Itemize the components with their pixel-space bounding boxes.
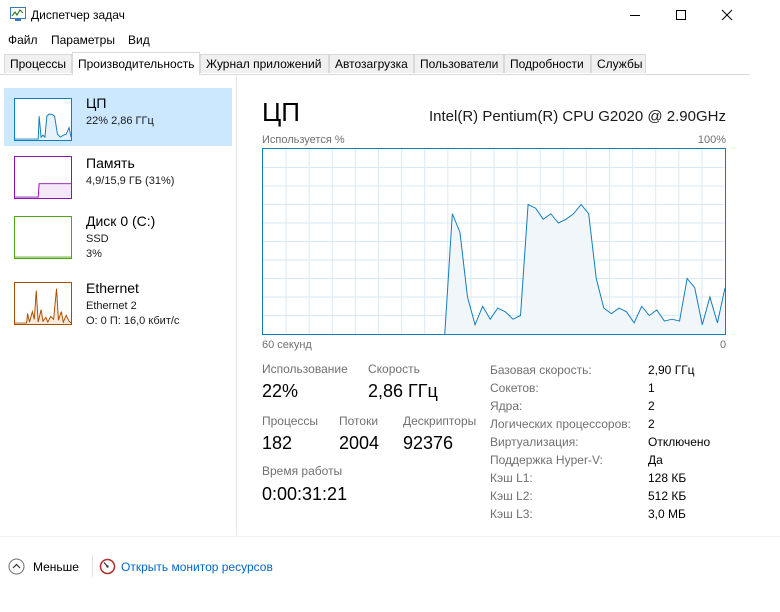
- graph-label-max: 100%: [697, 134, 726, 146]
- fewer-details-label: Меньше: [33, 559, 79, 574]
- disk-item-usage: 3%: [86, 248, 102, 260]
- prop-virtualization-value: Отключено: [648, 435, 711, 449]
- prop-hyperv-label: Поддержка Hyper-V:: [490, 453, 603, 467]
- cpu-thumbnail-graph: [14, 98, 72, 141]
- disk-item-type: SSD: [86, 233, 109, 245]
- usage-label: Использование: [262, 362, 348, 376]
- prop-logical-value: 2: [648, 417, 655, 431]
- processes-label: Процессы: [262, 414, 319, 428]
- prop-l2-value: 512 КБ: [648, 489, 687, 503]
- sidebar-item-cpu[interactable]: ЦП 22% 2,86 ГГц: [4, 88, 232, 146]
- sidebar-item-ethernet[interactable]: Ethernet Ethernet 2 О: 0 П: 16,0 кбит/с: [4, 274, 232, 332]
- ethernet-item-name: Ethernet: [86, 280, 139, 296]
- prop-l2-label: Кэш L2:: [490, 489, 533, 503]
- maximize-button[interactable]: [658, 0, 704, 30]
- close-icon: [721, 9, 733, 21]
- footer-divider: [0, 536, 780, 537]
- memory-thumbnail-graph: [14, 156, 72, 199]
- minimize-icon: [630, 15, 640, 16]
- fewer-details-button[interactable]: Меньше: [8, 558, 79, 575]
- menu-options[interactable]: Параметры: [51, 33, 115, 47]
- prop-base-speed-label: Базовая скорость:: [490, 363, 592, 377]
- prop-l3-value: 3,0 МБ: [648, 507, 686, 521]
- disk-item-name: Диск 0 (C:): [86, 213, 156, 229]
- page-title: ЦП: [262, 97, 300, 127]
- speed-value: 2,86 ГГц: [368, 381, 438, 401]
- tab-startup[interactable]: Автозагрузка: [329, 54, 414, 73]
- chevron-up-circle-icon: [8, 558, 25, 575]
- uptime-label: Время работы: [262, 464, 343, 478]
- prop-sockets-label: Сокетов:: [490, 381, 539, 395]
- minimize-button[interactable]: [612, 0, 658, 30]
- prop-base-speed-value: 2,90 ГГц: [648, 363, 695, 377]
- graph-axis-right: 0: [720, 339, 727, 351]
- prop-cores-label: Ядра:: [490, 399, 523, 413]
- close-button[interactable]: [704, 0, 750, 30]
- handles-value: 92376: [403, 433, 454, 453]
- cpu-model: Intel(R) Pentium(R) CPU G2020 @ 2.90GHz: [429, 108, 726, 125]
- prop-hyperv-value: Да: [648, 453, 663, 467]
- processes-value: 182: [262, 433, 293, 453]
- sidebar-item-memory[interactable]: Память 4,9/15,9 ГБ (31%): [4, 148, 232, 206]
- threads-label: Потоки: [339, 414, 379, 428]
- uptime-value: 0:00:31:21: [262, 484, 348, 504]
- tab-performance[interactable]: Производительность: [72, 52, 200, 75]
- graph-grid: [263, 149, 725, 334]
- menu-view[interactable]: Вид: [128, 33, 150, 47]
- prop-cores-value: 2: [648, 399, 655, 413]
- speed-label: Скорость: [368, 362, 420, 376]
- ethernet-thumbnail-graph: [14, 282, 72, 325]
- open-resource-monitor-link[interactable]: Открыть монитор ресурсов: [99, 558, 273, 575]
- tab-processes[interactable]: Процессы: [4, 54, 72, 73]
- footer-separator: [92, 555, 93, 577]
- menu-file[interactable]: Файл: [8, 33, 38, 47]
- maximize-icon: [676, 10, 686, 20]
- cpu-item-name: ЦП: [86, 95, 107, 111]
- sidebar-item-disk[interactable]: Диск 0 (C:) SSD 3%: [4, 208, 232, 266]
- prop-l1-value: 128 КБ: [648, 471, 687, 485]
- handles-label: Дескрипторы: [403, 414, 477, 428]
- window-title: Диспетчер задач: [31, 8, 125, 22]
- prop-sockets-value: 1: [648, 381, 655, 395]
- usage-value: 22%: [262, 381, 299, 401]
- cpu-item-summary: 22% 2,86 ГГц: [86, 115, 154, 127]
- memory-item-name: Память: [86, 155, 135, 171]
- memory-item-summary: 4,9/15,9 ГБ (31%): [86, 175, 175, 187]
- resource-monitor-icon: [99, 558, 116, 575]
- cpu-usage-graph: [262, 148, 726, 335]
- prop-logical-label: Логических процессоров:: [490, 417, 631, 431]
- task-manager-app-icon: [10, 7, 26, 21]
- ethernet-item-throughput: О: 0 П: 16,0 кбит/с: [86, 315, 180, 327]
- ethernet-item-adapter: Ethernet 2: [86, 300, 137, 312]
- disk-thumbnail-graph: [14, 216, 72, 259]
- prop-l1-label: Кэш L1:: [490, 471, 533, 485]
- graph-axis-left: 60 секунд: [262, 339, 312, 351]
- resource-monitor-label: Открыть монитор ресурсов: [121, 559, 273, 574]
- cpu-usage-area: [444, 204, 725, 334]
- tab-details[interactable]: Подробности: [504, 54, 591, 73]
- prop-virtualization-label: Виртуализация:: [490, 435, 579, 449]
- tab-services[interactable]: Службы: [591, 54, 646, 73]
- prop-l3-label: Кэш L3:: [490, 507, 533, 521]
- tab-users[interactable]: Пользователи: [414, 54, 504, 73]
- threads-value: 2004: [339, 433, 380, 453]
- graph-label-usage: Используется %: [262, 134, 345, 146]
- tab-app-history[interactable]: Журнал приложений: [200, 54, 329, 73]
